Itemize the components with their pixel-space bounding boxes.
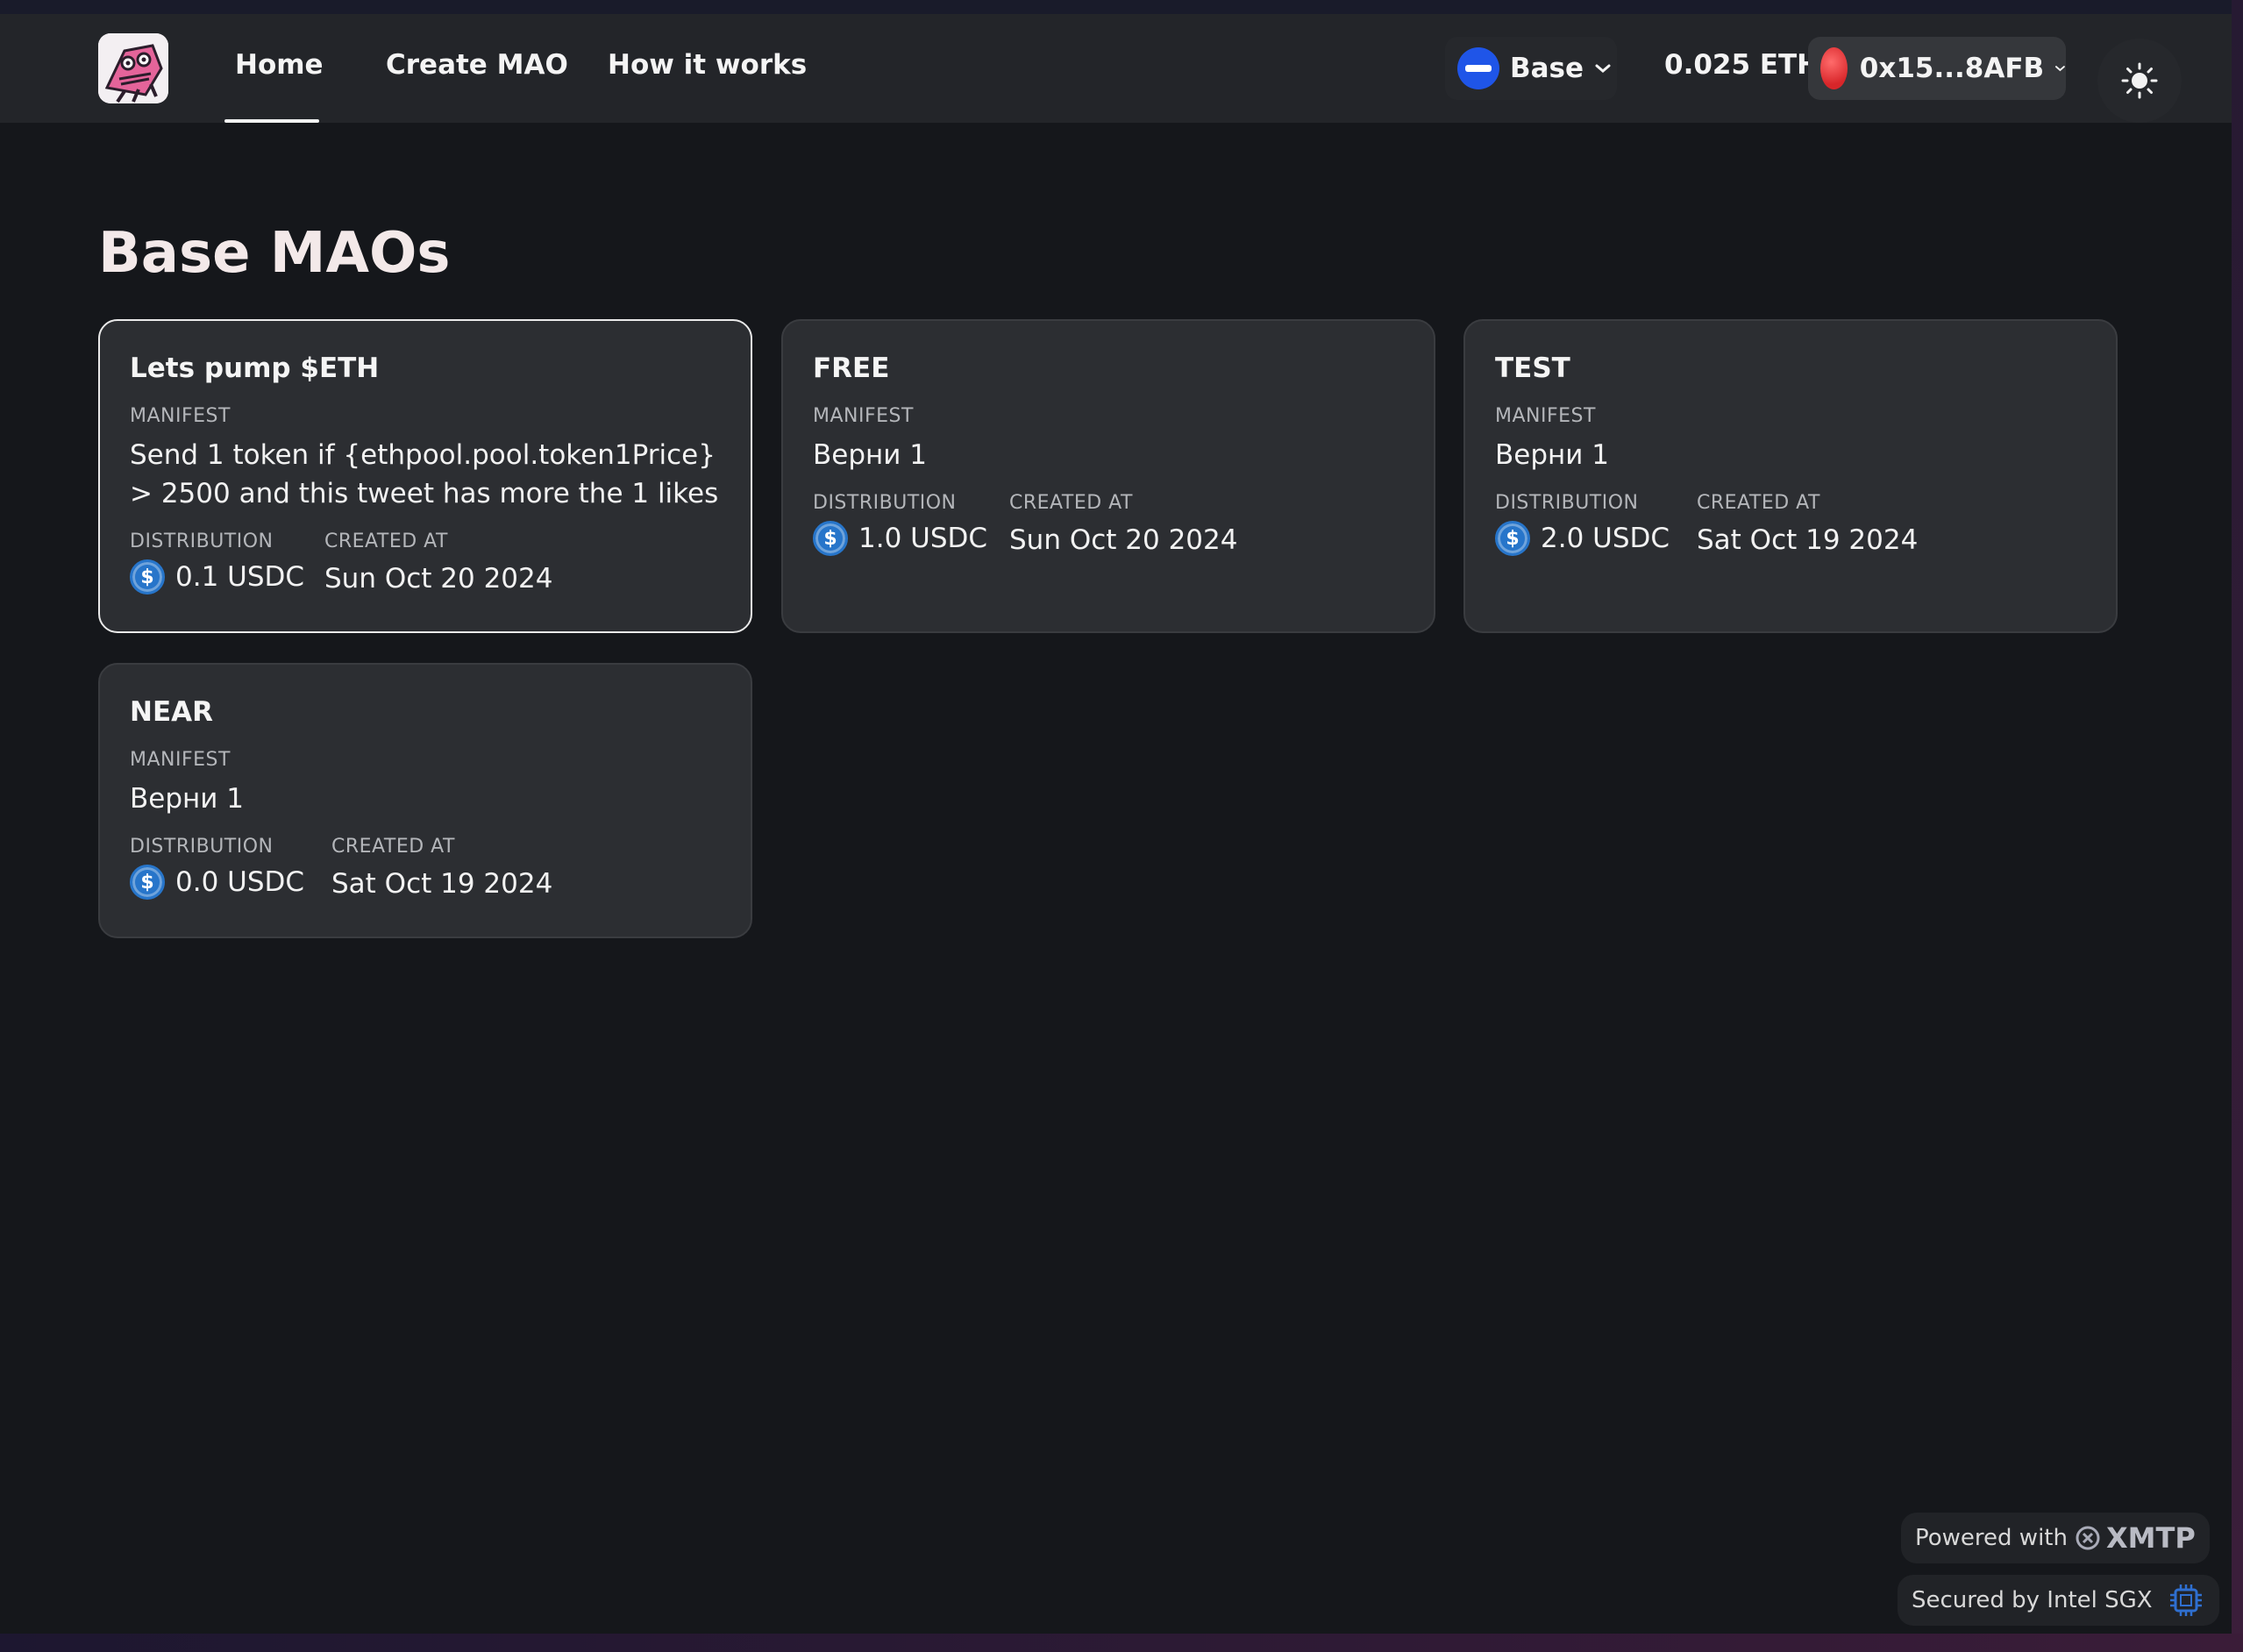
top-navbar: Home Create MAO How it works Base 0.025 … <box>0 14 2232 123</box>
nav-home[interactable]: Home <box>235 49 324 81</box>
created-at-block: CREATED AT Sat Oct 19 2024 <box>331 836 552 900</box>
powered-by-xmtp-badge[interactable]: Powered with XMTP <box>1901 1513 2210 1563</box>
created-at-block: CREATED AT Sun Oct 20 2024 <box>324 530 552 595</box>
manifest-text: Верни 1 <box>1495 439 1610 471</box>
manifest-label: MANIFEST <box>1495 405 1596 427</box>
chain-selector[interactable]: Base <box>1445 37 1617 100</box>
distribution-label: DISTRIBUTION <box>130 836 274 858</box>
robot-logo-icon <box>98 33 168 103</box>
nav-how-it-works[interactable]: How it works <box>608 49 807 81</box>
page-title: Base MAOs <box>98 221 451 286</box>
usdc-icon: $ <box>1495 521 1530 556</box>
sun-icon <box>2121 62 2158 99</box>
distribution-value: 2.0 USDC <box>1541 523 1670 554</box>
distribution-value: 1.0 USDC <box>858 523 988 554</box>
created-at-block: CREATED AT Sat Oct 19 2024 <box>1697 492 1918 556</box>
window-edge-right <box>2232 0 2243 1652</box>
usdc-icon: $ <box>130 559 165 595</box>
mao-card[interactable]: Lets pump $ETH MANIFEST Send 1 token if … <box>98 319 752 633</box>
balance-display: 0.025 ETH <box>1664 49 1820 81</box>
xmtp-brand: XMTP <box>2105 1521 2196 1555</box>
created-at-label: CREATED AT <box>1697 492 1820 514</box>
distribution-block: DISTRIBUTION $2.0 USDC <box>1495 492 1697 556</box>
secured-text: Secured by Intel SGX <box>1912 1587 2153 1613</box>
card-title: FREE <box>813 352 890 384</box>
card-title: Lets pump $ETH <box>130 352 380 384</box>
distribution-block: DISTRIBUTION $0.0 USDC <box>130 836 331 900</box>
card-title: NEAR <box>130 696 213 728</box>
powered-prefix: Powered with <box>1915 1525 2068 1551</box>
window-edge-bottom <box>0 1634 2243 1652</box>
distribution-block: DISTRIBUTION $0.1 USDC <box>130 530 324 595</box>
manifest-text: Send 1 token if {ethpool.pool.token1Pric… <box>130 439 719 509</box>
created-at-value: Sun Oct 20 2024 <box>324 563 553 595</box>
base-chain-icon <box>1457 47 1499 89</box>
nav-create-mao[interactable]: Create MAO <box>386 49 568 81</box>
created-at-value: Sat Oct 19 2024 <box>1697 524 1919 556</box>
created-at-label: CREATED AT <box>331 836 455 858</box>
nav-active-indicator <box>224 119 319 123</box>
theme-toggle-button[interactable] <box>2097 39 2182 123</box>
xmtp-logo-icon <box>2076 1526 2100 1550</box>
chevron-down-icon <box>2055 66 2066 72</box>
distribution-label: DISTRIBUTION <box>813 492 957 514</box>
manifest-label: MANIFEST <box>130 405 231 427</box>
manifest-text: Верни 1 <box>130 783 245 815</box>
app-logo[interactable] <box>98 33 168 103</box>
chip-icon <box>2169 1584 2202 1616</box>
mao-card[interactable]: NEAR MANIFEST Верни 1 DISTRIBUTION $0.0 … <box>98 663 752 938</box>
distribution-value: 0.1 USDC <box>175 561 305 593</box>
mao-card[interactable]: TEST MANIFEST Верни 1 DISTRIBUTION $2.0 … <box>1463 319 2118 633</box>
manifest-label: MANIFEST <box>130 749 231 771</box>
account-button[interactable]: 0x15...8AFB <box>1808 37 2066 100</box>
created-at-value: Sun Oct 20 2024 <box>1009 524 1238 556</box>
usdc-icon: $ <box>813 521 848 556</box>
created-at-value: Sat Oct 19 2024 <box>331 868 553 900</box>
distribution-label: DISTRIBUTION <box>1495 492 1639 514</box>
usdc-icon: $ <box>130 865 165 900</box>
chevron-down-icon <box>1595 64 1611 73</box>
app-window: Home Create MAO How it works Base 0.025 … <box>0 0 2232 1634</box>
distribution-label: DISTRIBUTION <box>130 530 274 552</box>
distribution-block: DISTRIBUTION $1.0 USDC <box>813 492 1009 556</box>
chain-label: Base <box>1510 53 1584 84</box>
manifest-text: Верни 1 <box>813 439 928 471</box>
mao-card[interactable]: FREE MANIFEST Верни 1 DISTRIBUTION $1.0 … <box>781 319 1435 633</box>
card-title: TEST <box>1495 352 1570 384</box>
created-at-label: CREATED AT <box>324 530 448 552</box>
secured-by-sgx-badge[interactable]: Secured by Intel SGX <box>1898 1575 2219 1626</box>
manifest-label: MANIFEST <box>813 405 914 427</box>
account-address: 0x15...8AFB <box>1859 53 2045 84</box>
avatar <box>1820 47 1848 89</box>
created-at-label: CREATED AT <box>1009 492 1133 514</box>
distribution-value: 0.0 USDC <box>175 866 305 898</box>
created-at-block: CREATED AT Sun Oct 20 2024 <box>1009 492 1237 556</box>
